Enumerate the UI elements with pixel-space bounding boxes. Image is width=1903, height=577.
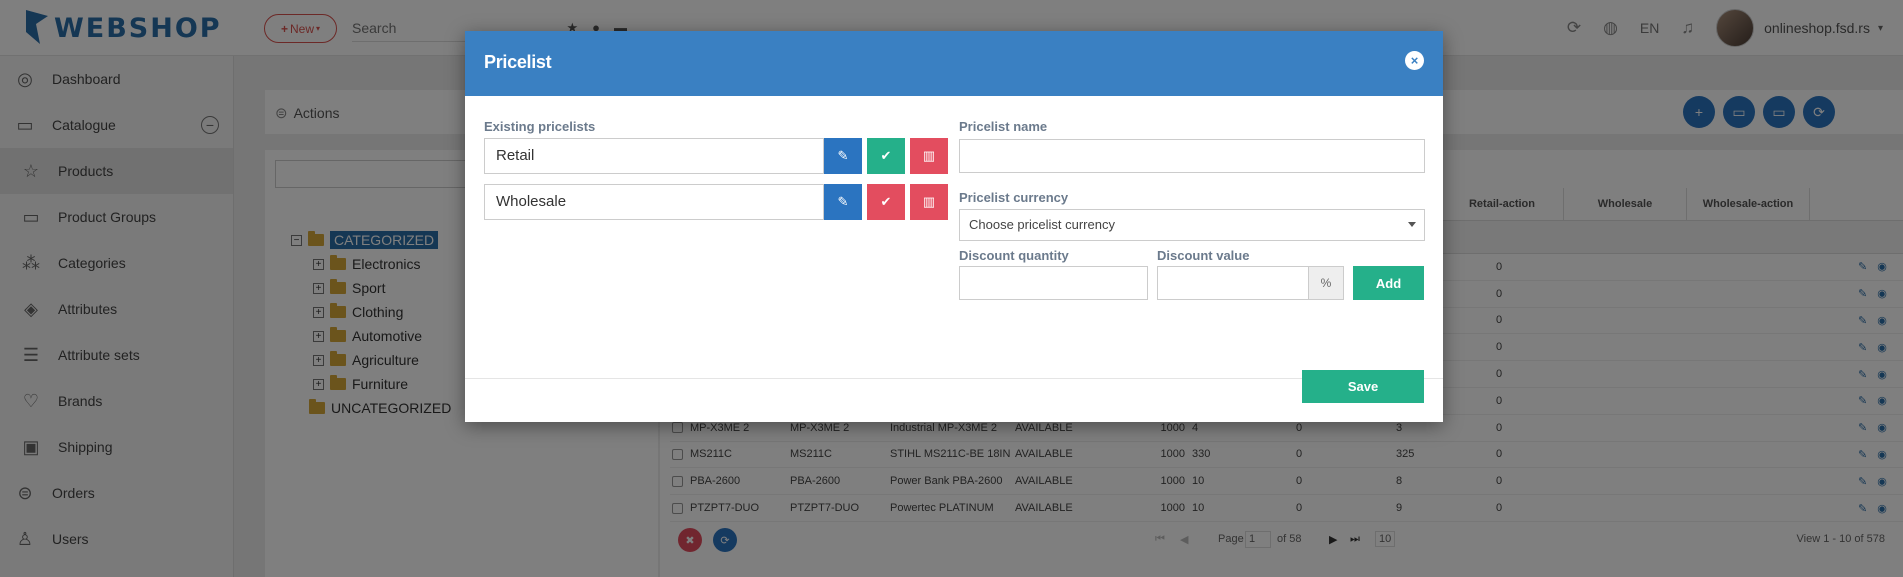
pricelist-name: Wholesale — [484, 184, 824, 220]
discount-quantity-input[interactable] — [959, 266, 1148, 300]
trash-icon[interactable]: ▥ — [910, 184, 948, 220]
currency-select-value: Choose pricelist currency — [969, 217, 1115, 232]
save-button[interactable]: Save — [1302, 370, 1424, 403]
chevron-down-icon — [1408, 222, 1416, 227]
discount-value-label: Discount value — [1157, 248, 1250, 263]
check-icon[interactable]: ✔ — [867, 184, 905, 220]
check-icon[interactable]: ✔ — [867, 138, 905, 174]
edit-pencil-icon[interactable]: ✎ — [824, 138, 862, 174]
pricelist-name-input[interactable] — [959, 139, 1425, 173]
pricelist-row: Retail ✎ ✔ ▥ — [484, 138, 958, 174]
percent-addon: % — [1308, 266, 1344, 300]
pricelist-name: Retail — [484, 138, 824, 174]
trash-icon[interactable]: ▥ — [910, 138, 948, 174]
edit-pencil-icon[interactable]: ✎ — [824, 184, 862, 220]
discount-value-input[interactable] — [1157, 266, 1309, 300]
existing-pricelists-label: Existing pricelists — [484, 119, 596, 134]
add-discount-button[interactable]: Add — [1353, 266, 1424, 300]
discount-quantity-label: Discount quantity — [959, 248, 1069, 263]
pricelist-currency-label: Pricelist currency — [959, 190, 1069, 205]
modal-header: Pricelist × — [465, 31, 1443, 96]
pricelist-name-label: Pricelist name — [959, 119, 1048, 134]
pricelist-currency-select[interactable]: Choose pricelist currency — [959, 209, 1425, 241]
pricelist-modal: Pricelist × Existing pricelists Retail ✎… — [465, 31, 1443, 422]
modal-body: Existing pricelists Retail ✎ ✔ ▥ Wholesa… — [465, 96, 1443, 379]
modal-title: Pricelist — [484, 52, 552, 72]
close-icon[interactable]: × — [1405, 51, 1424, 70]
pricelist-row: Wholesale ✎ ✔ ▥ — [484, 184, 958, 220]
